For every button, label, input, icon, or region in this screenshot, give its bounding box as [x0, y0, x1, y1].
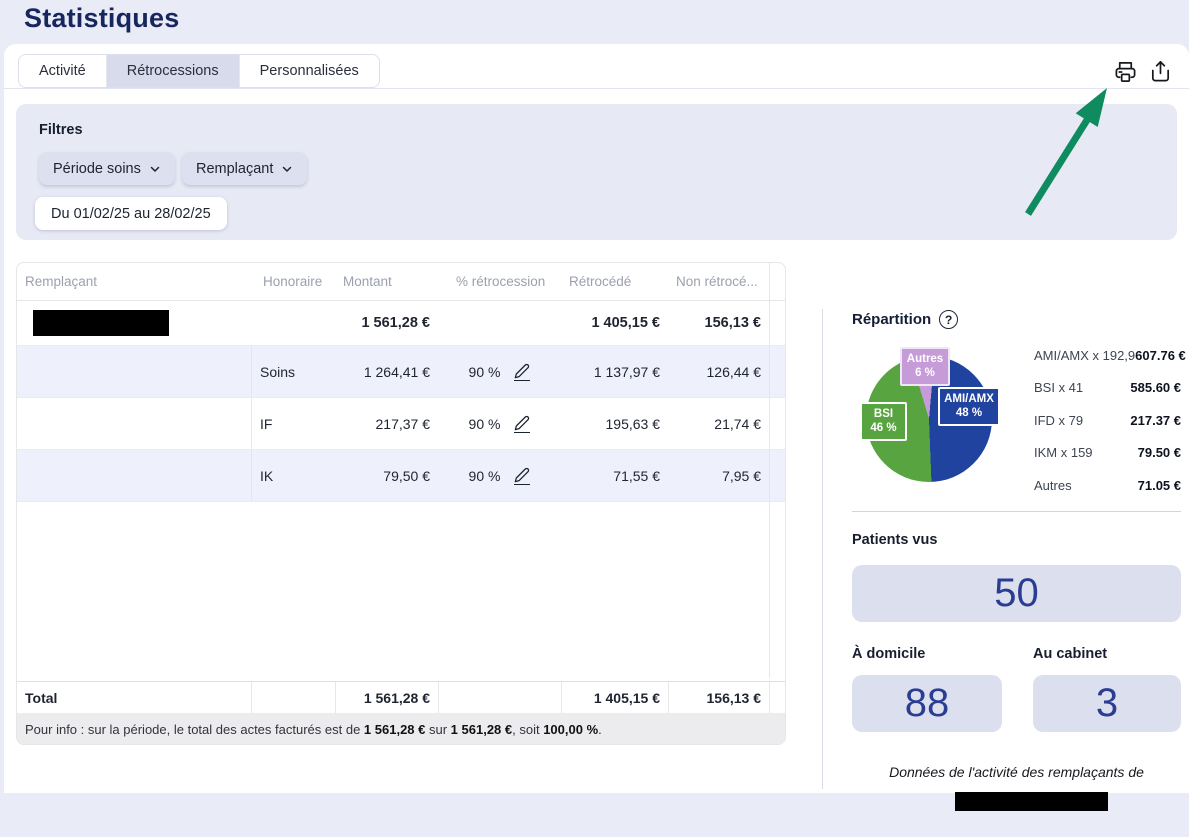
row-retrocede: 1 137,97 € [561, 364, 668, 380]
filters-panel: Filtres Période soins Remplaçant Du 01/0… [16, 104, 1177, 240]
chevron-down-icon [281, 163, 293, 175]
chevron-down-icon [149, 163, 161, 175]
printer-icon [1114, 60, 1137, 83]
tab-personnalisees[interactable]: Personnalisées [239, 55, 379, 87]
patients-seen-value: 50 [994, 571, 1039, 616]
table-header-row: Remplaçant Honoraire Montant % rétrocess… [17, 263, 785, 301]
row-retrocede: 71,55 € [561, 468, 668, 484]
redacted-practitioner-name [955, 792, 1108, 811]
legend-item: IFD x 79 217.37 € [1034, 404, 1181, 437]
office-label: Au cabinet [1033, 646, 1107, 662]
activity-footnote: Données de l'activité des remplaçants de [852, 764, 1181, 780]
honoraire-type: Soins [251, 346, 335, 397]
col-non-retrocede: Non rétrocé... [668, 274, 769, 289]
col-montant: Montant [335, 274, 438, 289]
total-non-retrocede: 156,13 € [668, 682, 769, 713]
period-filter-dropdown[interactable]: Période soins [39, 152, 175, 185]
office-count-value: 3 [1096, 681, 1118, 726]
substitute-filter-label: Remplaçant [196, 161, 273, 177]
question-circle-icon[interactable]: ? [939, 310, 958, 329]
col-honoraire: Honoraire [251, 274, 335, 289]
summary-non-retrocede: 156,13 € [668, 315, 769, 331]
honoraire-type: IF [251, 398, 335, 449]
col-remplacant: Remplaçant [17, 274, 251, 289]
tab-bar: Activité Rétrocessions Personnalisées [18, 54, 380, 88]
main-content-card: Activité Rétrocessions Personnalisées Fi… [4, 44, 1189, 793]
table-row-if: IF 217,37 € 90 % 195,63 € 21,74 € [17, 398, 785, 450]
table-row-soins: Soins 1 264,41 € 90 % 1 137,97 € 126,44 … [17, 346, 785, 398]
legend-item: IKM x 159 79.50 € [1034, 437, 1181, 470]
share-export-icon [1149, 60, 1172, 83]
redacted-remplacant-name [17, 310, 251, 336]
total-retrocede: 1 405,15 € [561, 682, 668, 713]
substitute-filter-dropdown[interactable]: Remplaçant [182, 152, 307, 185]
row-retrocede: 195,63 € [561, 416, 668, 432]
table-row-ik: IK 79,50 € 90 % 71,55 € 7,95 € [17, 450, 785, 502]
patients-seen-label: Patients vus [852, 532, 937, 548]
page-title: Statistiques [24, 3, 179, 34]
col-retrocede: Rétrocédé [561, 274, 668, 289]
edit-pct-button[interactable] [514, 415, 530, 433]
pie-label-bsi: BSI46 % [860, 402, 907, 441]
period-filter-label: Période soins [53, 161, 141, 177]
row-non-retrocede: 21,74 € [668, 416, 769, 432]
tab-retrocessions[interactable]: Rétrocessions [106, 55, 239, 87]
legend-item: BSI x 41 585.60 € [1034, 372, 1181, 405]
pencil-edit-icon [514, 415, 530, 431]
summary-retrocede: 1 405,15 € [561, 315, 668, 331]
edit-pct-button[interactable] [514, 467, 530, 485]
pie-label-autres: Autres6 % [900, 347, 950, 386]
retrocessions-table: Remplaçant Honoraire Montant % rétrocess… [16, 262, 786, 745]
tab-activite[interactable]: Activité [19, 55, 106, 87]
patients-seen-card: 50 [852, 565, 1181, 622]
repartition-title: Répartition [852, 311, 931, 328]
section-divider [852, 511, 1181, 512]
pie-label-ami-amx: AMI/AMX48 % [938, 387, 1000, 426]
export-button[interactable] [1146, 57, 1174, 85]
row-pct: 90 % [469, 468, 501, 484]
legend-item: Autres 71.05 € [1034, 469, 1181, 502]
honoraire-type: IK [251, 450, 335, 501]
row-non-retrocede: 126,44 € [668, 364, 769, 380]
pencil-edit-icon [514, 363, 530, 379]
col-pct-retrocession: % rétrocession [438, 274, 561, 289]
stats-side-panel: Répartition ? Autres6 % BSI46 % AMI/AMX4… [852, 306, 1181, 837]
table-info-footer: Pour info : sur la période, le total des… [17, 713, 785, 745]
legend-item: AMI/AMX x 192,9 607.76 € [1034, 339, 1181, 372]
total-montant: 1 561,28 € [335, 682, 438, 713]
total-label: Total [17, 682, 251, 713]
row-montant: 217,37 € [335, 416, 438, 432]
home-label: À domicile [852, 646, 925, 662]
row-montant: 79,50 € [335, 468, 438, 484]
home-count-value: 88 [905, 681, 950, 726]
table-total-row: Total 1 561,28 € 1 405,15 € 156,13 € [17, 681, 785, 713]
row-pct: 90 % [469, 364, 501, 380]
table-empty-space [17, 502, 785, 681]
print-button[interactable] [1111, 57, 1139, 85]
filters-title: Filtres [39, 122, 83, 138]
table-row-remplacant-summary[interactable]: 1 561,28 € 1 405,15 € 156,13 € [17, 301, 785, 346]
row-montant: 1 264,41 € [335, 364, 438, 380]
home-count-card: 88 [852, 675, 1002, 732]
summary-montant: 1 561,28 € [335, 315, 438, 331]
date-range-chip[interactable]: Du 01/02/25 au 28/02/25 [35, 197, 227, 230]
edit-pct-button[interactable] [514, 363, 530, 381]
panel-divider [822, 309, 823, 789]
office-count-card: 3 [1033, 675, 1181, 732]
repartition-legend: AMI/AMX x 192,9 607.76 € BSI x 41 585.60… [1034, 339, 1181, 502]
tabbar-divider [4, 88, 1189, 89]
row-pct: 90 % [469, 416, 501, 432]
pencil-edit-icon [514, 467, 530, 483]
row-non-retrocede: 7,95 € [668, 468, 769, 484]
